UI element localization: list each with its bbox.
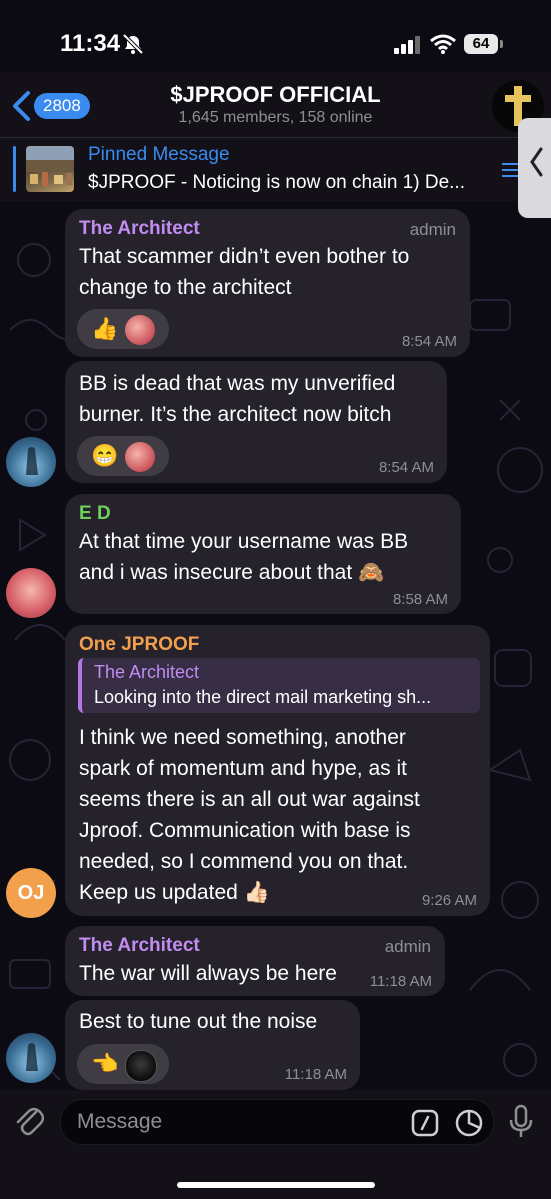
avatar[interactable]	[6, 437, 56, 487]
message-input-bar: Message	[0, 1090, 551, 1199]
reactor-avatar	[125, 1050, 157, 1082]
message-text-line: burner. It’s the architect now bitch	[79, 403, 392, 426]
message-text-line: change to the architect	[79, 276, 292, 299]
command-icon[interactable]	[411, 1109, 439, 1137]
message-time: 9:26 AM	[421, 892, 477, 909]
battery-tip	[500, 40, 503, 48]
pinned-indicator	[13, 146, 16, 192]
message-text-line: Best to tune out the noise	[79, 1010, 318, 1033]
battery-level: 64	[464, 34, 498, 54]
home-indicator	[177, 1182, 375, 1188]
avatar[interactable]: OJ	[6, 868, 56, 918]
message-text-line: That scammer didn’t even bother to	[79, 245, 410, 268]
message-text-line: seems there is an all out war against	[79, 788, 420, 811]
reaction-chip[interactable]: 😁	[77, 436, 169, 476]
quote-text: Looking into the direct mail marketing s…	[94, 687, 432, 707]
reaction-emoji: 😁	[91, 443, 119, 468]
message-text-line: I think we need something, another	[79, 726, 406, 749]
status-bar: 11:34 64	[0, 0, 551, 80]
message-text-line: Jproof. Communication with base is	[79, 819, 411, 842]
message-bubble[interactable]: The Architect admin The war will always …	[65, 926, 445, 996]
pinned-text: $JPROOF - Noticing is now on chain 1) De…	[88, 172, 465, 193]
chat-title[interactable]: $JPROOF OFFICIAL	[0, 82, 551, 108]
message-bubble[interactable]: The Architect admin That scammer didn’t …	[65, 209, 470, 357]
pinned-message-bar[interactable]: Pinned Message $JPROOF - Noticing is now…	[0, 137, 551, 201]
reaction-chip[interactable]: 👈	[77, 1044, 169, 1084]
chat-subtitle: 1,645 members, 158 online	[178, 109, 373, 126]
status-time: 11:34	[60, 30, 121, 57]
sticker-icon[interactable]	[454, 1108, 484, 1138]
sender-name[interactable]: E D	[79, 503, 111, 525]
sender-name[interactable]: The Architect	[79, 218, 200, 240]
message-time: 8:58 AM	[392, 591, 448, 608]
quote-sender: The Architect	[94, 662, 200, 682]
reply-quote[interactable]: The Architect Looking into the direct ma…	[78, 658, 480, 713]
message-bubble[interactable]: Best to tune out the noise 👈 11:18 AM	[65, 1000, 360, 1090]
sender-name[interactable]: The Architect	[79, 935, 200, 957]
sender-name[interactable]: One JPROOF	[79, 634, 199, 656]
message-text-line: At that time your username was BB	[79, 530, 409, 553]
message-bubble[interactable]: One JPROOF The Architect Looking into th…	[65, 625, 490, 916]
message-input[interactable]: Message	[60, 1099, 494, 1145]
paperclip-icon[interactable]	[14, 1102, 44, 1138]
bell-muted-icon	[122, 33, 144, 55]
avatar[interactable]	[6, 1033, 56, 1083]
reaction-emoji: 👍	[91, 316, 119, 341]
reactor-avatar	[125, 442, 155, 472]
admin-badge: admin	[384, 937, 431, 956]
message-placeholder: Message	[77, 1110, 163, 1133]
reaction-chip[interactable]: 👍	[77, 309, 169, 349]
message-text-line: BB is dead that was my unverified	[79, 372, 396, 395]
message-text-line: spark of momentum and hype, as it	[79, 757, 407, 780]
wifi-icon	[430, 34, 456, 54]
message-text-line: Keep us updated 👍🏻	[79, 881, 270, 904]
pinned-title: Pinned Message	[88, 144, 230, 165]
signal-icon	[394, 36, 420, 54]
message-text-line: and i was insecure about that 🙈	[79, 561, 385, 584]
admin-badge: admin	[409, 220, 456, 239]
reaction-emoji: 👈	[91, 1051, 119, 1076]
microphone-icon[interactable]	[508, 1104, 534, 1140]
message-text-line: The war will always be here	[79, 962, 337, 985]
message-time: 11:18 AM	[369, 973, 432, 990]
pinned-thumbnail	[26, 146, 74, 192]
message-bubble[interactable]: E D At that time your username was BB an…	[65, 494, 461, 614]
message-bubble[interactable]: BB is dead that was my unverified burner…	[65, 361, 447, 483]
chat-header: 2808 $JPROOF OFFICIAL 1,645 members, 158…	[0, 72, 551, 138]
message-time: 8:54 AM	[401, 333, 457, 350]
reactor-avatar	[125, 315, 155, 345]
message-text-line: needed, so I commend you on that.	[79, 850, 409, 873]
avatar[interactable]	[6, 568, 56, 618]
chevron-left-icon	[530, 147, 543, 177]
message-time: 8:54 AM	[378, 459, 434, 476]
message-time: 11:18 AM	[284, 1066, 347, 1083]
